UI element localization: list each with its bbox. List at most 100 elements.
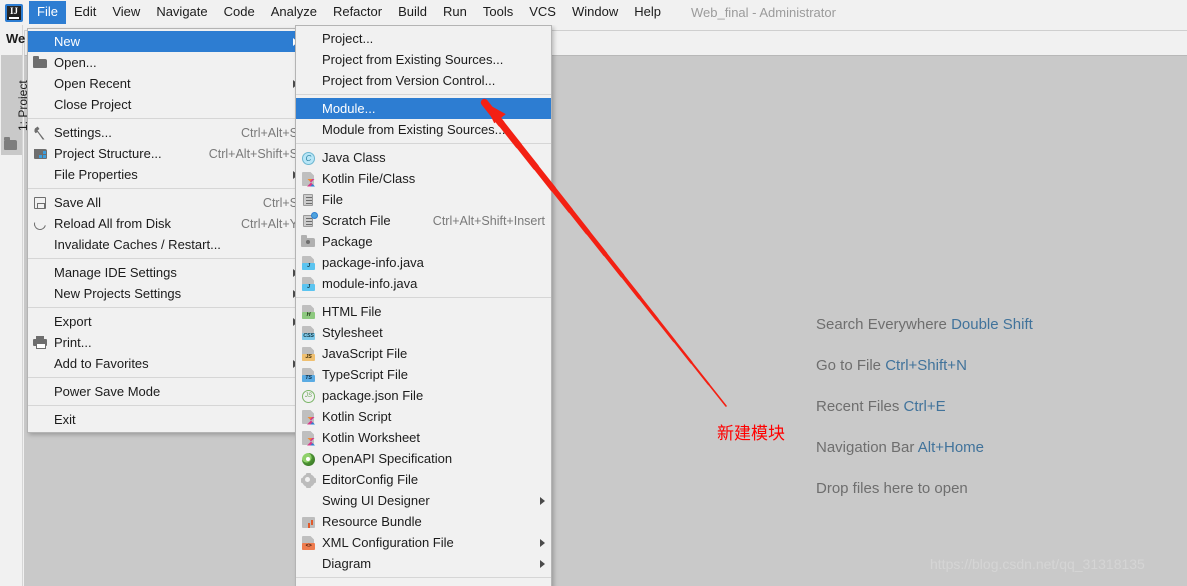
- menu-item-label: Power Save Mode: [54, 384, 161, 399]
- editor-tab-label: We: [6, 31, 26, 46]
- menu-item-shortcut: Ctrl+Alt+S: [241, 125, 298, 140]
- menu-item-save-all[interactable]: Save All Ctrl+S: [28, 192, 304, 213]
- menu-separator: [28, 405, 304, 406]
- menu-item-label: Diagram: [322, 556, 372, 571]
- menu-item-html-file[interactable]: H HTML File: [296, 301, 551, 322]
- menu-item-resource-bundle[interactable]: Resource Bundle: [296, 511, 551, 532]
- menu-item-label: package.json File: [322, 388, 424, 403]
- menu-item-settings[interactable]: Settings... Ctrl+Alt+S: [28, 122, 304, 143]
- menu-item-package-json-file[interactable]: package.json File: [296, 385, 551, 406]
- menu-item-data-source[interactable]: Data Source: [296, 581, 551, 586]
- menu-item-label: File: [322, 192, 343, 207]
- menu-item-package[interactable]: Package: [296, 231, 551, 252]
- menu-item-label: OpenAPI Specification: [322, 451, 453, 466]
- menu-item-shortcut: Ctrl+Alt+Y: [241, 216, 298, 231]
- menu-item-kotlin-file-class[interactable]: Kotlin File/Class: [296, 168, 551, 189]
- menubar-item-edit[interactable]: Edit: [66, 1, 104, 24]
- no-icon: [300, 122, 317, 138]
- menu-separator: [28, 258, 304, 259]
- typescript-file-icon: TS: [300, 367, 317, 383]
- project-structure-icon: [32, 146, 49, 162]
- menu-separator: [296, 297, 551, 298]
- no-icon: [32, 314, 49, 330]
- menu-item-label: Swing UI Designer: [322, 493, 430, 508]
- menu-item-label: New: [54, 34, 81, 49]
- menubar-item-run[interactable]: Run: [435, 1, 475, 24]
- menu-item-invalidate-caches[interactable]: Invalidate Caches / Restart...: [28, 234, 304, 255]
- menu-item-add-to-favorites[interactable]: Add to Favorites: [28, 353, 304, 374]
- left-tool-strip: 1: Project: [0, 25, 30, 586]
- menu-item-typescript-file[interactable]: TS TypeScript File: [296, 364, 551, 385]
- annotation-text: 新建模块: [717, 424, 785, 443]
- welcome-hint-shortcut: Double Shift: [951, 316, 1033, 333]
- menu-item-shortcut: Ctrl+S: [262, 195, 298, 210]
- menu-item-new-projects-settings[interactable]: New Projects Settings: [28, 283, 304, 304]
- menu-item-scratch-file[interactable]: Scratch File Ctrl+Alt+Shift+Insert: [296, 210, 551, 231]
- no-icon: [300, 556, 317, 572]
- menu-item-xml-configuration-file[interactable]: <> XML Configuration File: [296, 532, 551, 553]
- menubar-item-analyze[interactable]: Analyze: [263, 1, 325, 24]
- kotlin-file-icon: [300, 171, 317, 187]
- menubar-item-build[interactable]: Build: [390, 1, 435, 24]
- menu-item-export[interactable]: Export: [28, 311, 304, 332]
- menu-item-file-properties[interactable]: File Properties: [28, 164, 304, 185]
- menu-item-close-project[interactable]: Close Project: [28, 94, 304, 115]
- menu-item-project-structure[interactable]: Project Structure... Ctrl+Alt+Shift+S: [28, 143, 304, 164]
- menu-item-diagram[interactable]: Diagram: [296, 553, 551, 574]
- menubar-item-file[interactable]: File: [29, 1, 66, 24]
- menu-item-project-existing-sources[interactable]: Project from Existing Sources...: [296, 49, 551, 70]
- wrench-icon: [32, 125, 49, 141]
- menu-item-java-class[interactable]: Java Class: [296, 147, 551, 168]
- menu-item-kotlin-worksheet[interactable]: Kotlin Worksheet: [296, 427, 551, 448]
- menu-item-javascript-file[interactable]: JS JavaScript File: [296, 343, 551, 364]
- menu-item-stylesheet[interactable]: CSS Stylesheet: [296, 322, 551, 343]
- menu-item-openapi-specification[interactable]: OpenAPI Specification: [296, 448, 551, 469]
- menu-item-file[interactable]: File: [296, 189, 551, 210]
- menu-item-label: Settings...: [54, 125, 112, 140]
- menu-item-open-recent[interactable]: Open Recent: [28, 73, 304, 94]
- menu-item-module-existing-sources[interactable]: Module from Existing Sources...: [296, 119, 551, 140]
- menu-item-exit[interactable]: Exit: [28, 409, 304, 430]
- menu-item-label: Scratch File: [322, 213, 391, 228]
- welcome-hint-shortcut: Ctrl+Shift+N: [885, 357, 967, 374]
- file-menu-popup[interactable]: New Open... Open Recent Close Project Settin…: [27, 28, 305, 433]
- menubar-item-view[interactable]: View: [104, 1, 148, 24]
- welcome-hint: Search Everywhere Double Shift: [816, 316, 1176, 333]
- menubar-item-vcs[interactable]: VCS: [521, 1, 564, 24]
- menu-item-project-version-control[interactable]: Project from Version Control...: [296, 70, 551, 91]
- menu-item-power-save-mode[interactable]: Power Save Mode: [28, 381, 304, 402]
- welcome-hint-label: Drop files here to open: [816, 480, 968, 497]
- menu-item-open[interactable]: Open...: [28, 52, 304, 73]
- package-icon: [300, 234, 317, 250]
- sidebar-item-project[interactable]: 1: Project: [1, 55, 30, 155]
- menu-item-reload-all[interactable]: Reload All from Disk Ctrl+Alt+Y: [28, 213, 304, 234]
- menubar-item-refactor[interactable]: Refactor: [325, 1, 390, 24]
- no-icon: [32, 286, 49, 302]
- ide-window: FileEditViewNavigateCodeAnalyzeRefactorB…: [0, 0, 1187, 586]
- menu-item-module-info[interactable]: Jmodule-info.java: [296, 273, 551, 294]
- menu-item-label: Package: [322, 234, 373, 249]
- menubar-item-code[interactable]: Code: [216, 1, 263, 24]
- menu-separator: [28, 188, 304, 189]
- menu-item-new[interactable]: New: [28, 31, 304, 52]
- menu-item-label: Project Structure...: [54, 146, 162, 161]
- menubar-item-help[interactable]: Help: [626, 1, 669, 24]
- menu-bar: FileEditViewNavigateCodeAnalyzeRefactorB…: [0, 0, 1187, 25]
- reload-icon: [31, 215, 49, 232]
- menubar-item-tools[interactable]: Tools: [475, 1, 521, 24]
- scratch-file-icon: [300, 211, 318, 229]
- menu-item-manage-ide-settings[interactable]: Manage IDE Settings: [28, 262, 304, 283]
- new-submenu-popup[interactable]: Project... Project from Existing Sources.…: [295, 25, 552, 586]
- menu-item-module[interactable]: Module...: [296, 98, 551, 119]
- menu-item-editorconfig-file[interactable]: EditorConfig File: [296, 469, 551, 490]
- menu-item-swing-ui-designer[interactable]: Swing UI Designer: [296, 490, 551, 511]
- menu-item-project[interactable]: Project...: [296, 28, 551, 49]
- menu-item-kotlin-script[interactable]: Kotlin Script: [296, 406, 551, 427]
- menubar-item-window[interactable]: Window: [564, 1, 626, 24]
- no-icon: [32, 412, 49, 428]
- menubar-item-navigate[interactable]: Navigate: [148, 1, 215, 24]
- menu-item-label: Print...: [54, 335, 92, 350]
- menu-item-label: Project from Existing Sources...: [322, 52, 504, 67]
- menu-item-package-info[interactable]: Jpackage-info.java: [296, 252, 551, 273]
- menu-item-print[interactable]: Print...: [28, 332, 304, 353]
